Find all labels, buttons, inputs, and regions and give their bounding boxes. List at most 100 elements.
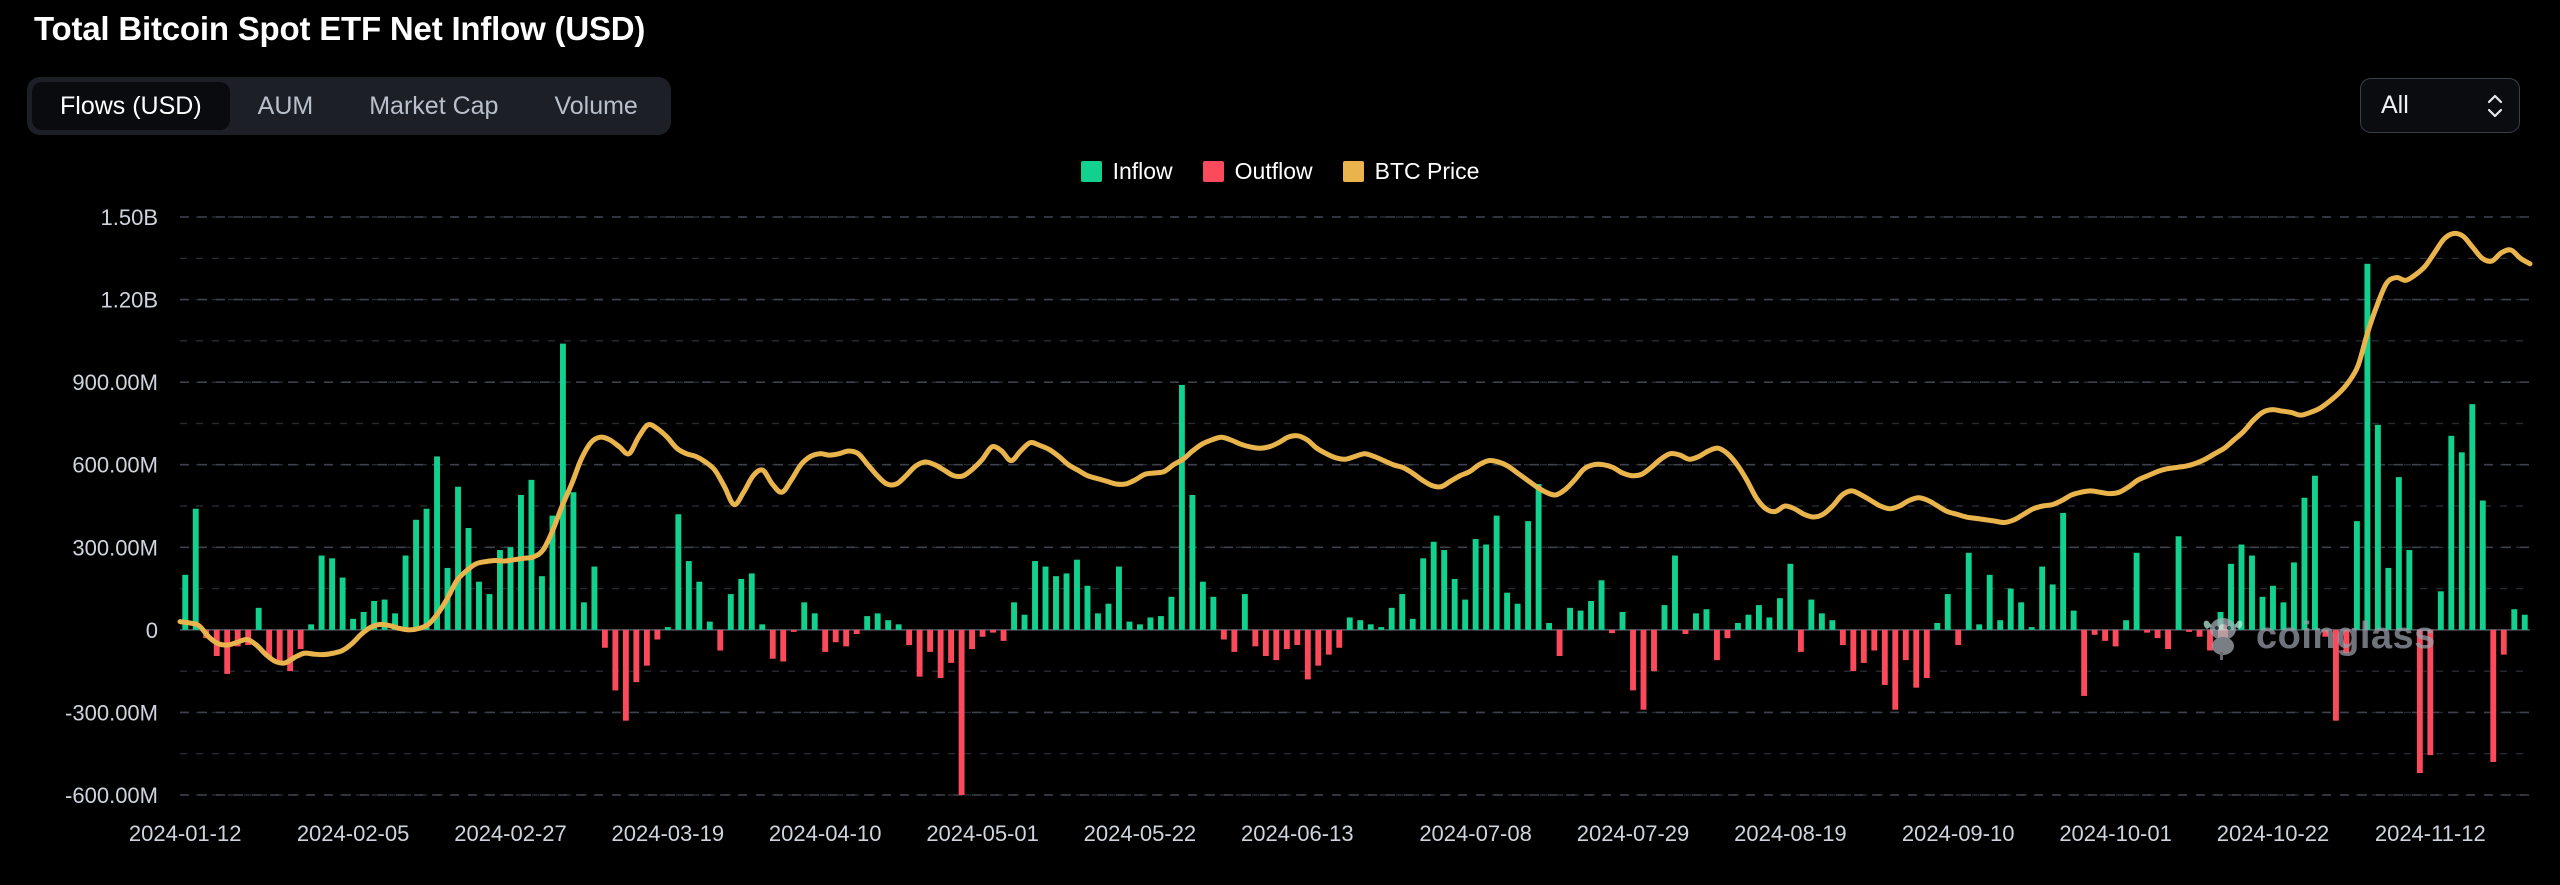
- flow-bar[interactable]: [1178, 384, 1185, 630]
- flow-bar[interactable]: [1483, 544, 1490, 630]
- flow-bar[interactable]: [1283, 629, 1290, 650]
- flow-bar[interactable]: [1934, 622, 1941, 630]
- flow-bar[interactable]: [1797, 629, 1804, 652]
- flow-bar[interactable]: [1525, 521, 1532, 630]
- flow-bar[interactable]: [2028, 627, 2035, 630]
- flow-bar[interactable]: [1693, 613, 1699, 630]
- flow-bar[interactable]: [990, 629, 996, 633]
- flow-bar[interactable]: [1493, 515, 1500, 630]
- flow-bar[interactable]: [685, 561, 692, 630]
- flow-bar[interactable]: [591, 566, 598, 630]
- flow-bar[interactable]: [1787, 563, 1794, 630]
- legend-item-outflow[interactable]: Outflow: [1202, 158, 1313, 185]
- flow-bar[interactable]: [790, 629, 797, 632]
- flow-bar[interactable]: [864, 616, 871, 630]
- flow-bar[interactable]: [738, 578, 745, 630]
- flow-bar[interactable]: [2123, 620, 2130, 630]
- flow-bar[interactable]: [192, 508, 199, 630]
- flow-bar[interactable]: [2437, 591, 2444, 630]
- flow-bar[interactable]: [465, 528, 472, 630]
- flow-bar[interactable]: [297, 629, 304, 650]
- flow-bar[interactable]: [1231, 629, 1238, 652]
- flow-bar[interactable]: [476, 581, 482, 630]
- flow-bar[interactable]: [2070, 610, 2077, 630]
- flow-bar[interactable]: [2207, 629, 2213, 651]
- flow-bar[interactable]: [2427, 629, 2434, 756]
- flow-bar[interactable]: [1556, 629, 1563, 657]
- flow-bar[interactable]: [1325, 629, 1332, 655]
- flow-bar[interactable]: [2374, 424, 2381, 630]
- flow-bar[interactable]: [1262, 629, 1269, 657]
- flow-bar[interactable]: [1808, 599, 1815, 630]
- flow-bar[interactable]: [1829, 620, 1836, 630]
- flow-bar[interactable]: [287, 629, 294, 672]
- flow-bar[interactable]: [1514, 603, 1521, 630]
- flow-bar[interactable]: [2364, 263, 2371, 630]
- flow-bar[interactable]: [1168, 596, 1175, 630]
- flow-bar[interactable]: [423, 508, 430, 630]
- flow-bar[interactable]: [2416, 629, 2423, 773]
- flow-bar[interactable]: [2395, 477, 2402, 630]
- flow-bar[interactable]: [224, 629, 231, 674]
- flow-bar[interactable]: [937, 629, 944, 679]
- flow-bar[interactable]: [2270, 585, 2276, 630]
- flow-bar[interactable]: [727, 594, 734, 630]
- flow-bar[interactable]: [654, 629, 661, 640]
- flow-bar[interactable]: [2259, 596, 2266, 630]
- flow-bar[interactable]: [2353, 521, 2360, 630]
- flow-bar[interactable]: [1409, 618, 1416, 630]
- flow-bar[interactable]: [1609, 629, 1615, 634]
- flow-bar[interactable]: [413, 519, 419, 630]
- flow-bar[interactable]: [455, 486, 461, 630]
- flow-bar[interactable]: [1588, 600, 1594, 630]
- flow-bar[interactable]: [2343, 629, 2350, 654]
- flow-bar[interactable]: [1378, 627, 1385, 630]
- flow-bar[interactable]: [2490, 629, 2497, 762]
- flow-bar[interactable]: [1189, 494, 1196, 630]
- flow-bar[interactable]: [329, 558, 336, 630]
- flow-bar[interactable]: [1105, 603, 1112, 630]
- flow-bar[interactable]: [612, 629, 619, 691]
- flow-bar[interactable]: [1504, 592, 1511, 630]
- flow-bar[interactable]: [769, 629, 776, 659]
- flow-bar[interactable]: [350, 618, 357, 630]
- flow-bar[interactable]: [2448, 435, 2455, 630]
- flow-bar[interactable]: [1682, 629, 1689, 634]
- flow-bar[interactable]: [559, 343, 566, 630]
- flow-bar[interactable]: [706, 621, 713, 630]
- flow-bar[interactable]: [2186, 629, 2192, 632]
- flow-bar[interactable]: [1273, 629, 1280, 661]
- flow-bar[interactable]: [801, 602, 808, 630]
- flow-bar[interactable]: [1839, 629, 1846, 645]
- flow-bar[interactable]: [1451, 578, 1458, 630]
- flow-bar[interactable]: [1399, 594, 1406, 630]
- flow-bar[interactable]: [2018, 602, 2025, 630]
- flow-bar[interactable]: [1714, 629, 1720, 661]
- flow-bar[interactable]: [1304, 629, 1311, 680]
- flow-bar[interactable]: [1850, 629, 1857, 672]
- flow-bar[interactable]: [1021, 614, 1028, 630]
- flow-bar[interactable]: [1902, 629, 1909, 661]
- flow-bar[interactable]: [853, 629, 860, 634]
- flow-bar[interactable]: [906, 629, 913, 645]
- flow-bar[interactable]: [1766, 617, 1773, 630]
- flow-bar[interactable]: [1116, 566, 1122, 630]
- flow-bar[interactable]: [1032, 561, 1038, 630]
- flow-bar[interactable]: [1567, 607, 1574, 630]
- flow-bar[interactable]: [2301, 497, 2308, 630]
- flow-bar[interactable]: [2406, 550, 2413, 630]
- flow-bar[interactable]: [1651, 629, 1657, 672]
- flow-bar[interactable]: [2469, 404, 2476, 630]
- flow-bar[interactable]: [1357, 620, 1364, 630]
- flow-bar[interactable]: [979, 629, 986, 637]
- flow-bar[interactable]: [2091, 629, 2098, 635]
- flow-bar[interactable]: [580, 602, 587, 630]
- flow-bar[interactable]: [1053, 576, 1059, 630]
- flow-bar[interactable]: [1241, 594, 1248, 630]
- flow-bar[interactable]: [2007, 588, 2014, 630]
- flow-bar[interactable]: [1000, 629, 1007, 641]
- flow-bar[interactable]: [2144, 629, 2151, 633]
- flow-bar[interactable]: [1630, 629, 1636, 691]
- flow-bar[interactable]: [1420, 558, 1427, 630]
- flow-bar[interactable]: [1535, 483, 1542, 630]
